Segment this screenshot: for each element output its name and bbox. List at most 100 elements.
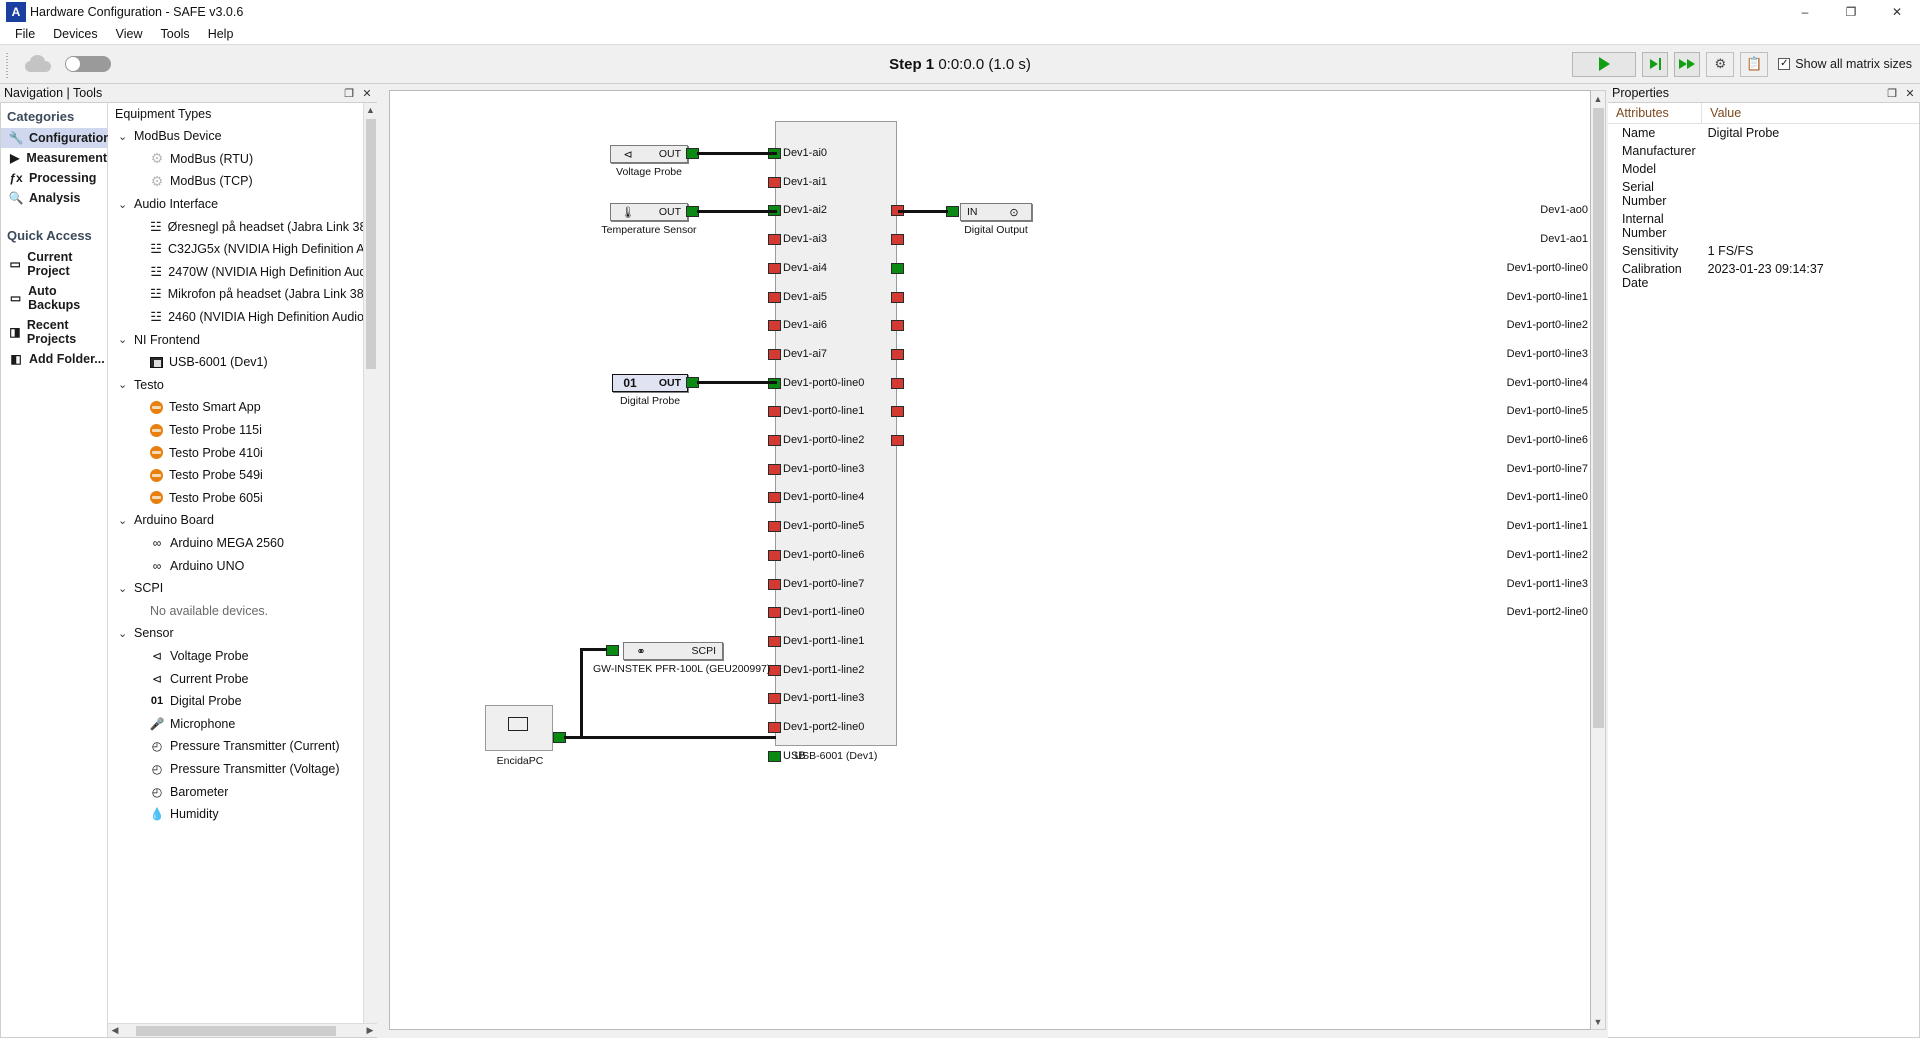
scroll-down-icon[interactable]: ▼: [1591, 1014, 1605, 1029]
port-Dev1-port0-line3[interactable]: [891, 348, 904, 360]
sidebar-item-current-project[interactable]: ▭ Current Project: [1, 247, 107, 281]
tree-item-2470w-nvidia-high-definition-aud[interactable]: ☳ 2470W (NVIDIA High Definition Audio), W…: [108, 261, 377, 284]
float-icon[interactable]: ❐: [343, 87, 355, 100]
property-value[interactable]: [1702, 178, 1919, 210]
minimize-button[interactable]: –: [1782, 0, 1828, 23]
port-Dev1-port0-line4[interactable]: [891, 377, 904, 389]
tree-item--resnegl-p-headset-jabra-link-38[interactable]: ☳ Øresnegl på headset (Jabra Link 380), W…: [108, 215, 377, 238]
node-scpi-instrument[interactable]: ⚭ SCPI: [623, 642, 723, 660]
tree-item-pressure-transmitter-current-[interactable]: ◴ Pressure Transmitter (Current): [108, 735, 377, 758]
chevron-down-icon[interactable]: ⌄: [118, 130, 128, 143]
tree-item-microphone[interactable]: 🎤 Microphone: [108, 712, 377, 735]
chevron-down-icon[interactable]: ⌄: [118, 378, 128, 391]
property-value[interactable]: [1702, 210, 1919, 242]
table-row[interactable]: Sensitivity 1 FS/FS: [1608, 242, 1919, 260]
port-Dev1-ai1[interactable]: [768, 176, 781, 188]
port-Dev1-port1-line3[interactable]: [768, 693, 781, 705]
node-digital-output[interactable]: IN ⊙: [960, 203, 1032, 221]
scroll-right-icon[interactable]: ▶: [363, 1025, 377, 1036]
port-Dev1-ao1[interactable]: [891, 234, 904, 246]
scroll-thumb[interactable]: [366, 119, 376, 369]
run-button[interactable]: [1572, 51, 1637, 77]
tree-vertical-scrollbar[interactable]: ▲: [363, 103, 377, 1023]
tree-item-current-probe[interactable]: ⊲ Current Probe: [108, 667, 377, 690]
table-row[interactable]: Name Digital Probe: [1608, 124, 1919, 143]
table-row[interactable]: Manufacturer: [1608, 142, 1919, 160]
port-Dev1-ai5[interactable]: [768, 291, 781, 303]
close-icon[interactable]: ✕: [1904, 87, 1916, 100]
port-Dev1-port0-line5[interactable]: [768, 521, 781, 533]
scroll-left-icon[interactable]: ◀: [108, 1025, 122, 1036]
tree-group-modbus-device[interactable]: ⌄ ModBus Device: [108, 125, 377, 148]
table-row[interactable]: Model: [1608, 160, 1919, 178]
sidebar-item-add-folder[interactable]: ◧ Add Folder...: [1, 349, 107, 369]
port-Dev1-port0-line0[interactable]: [891, 262, 904, 274]
menu-devices[interactable]: Devices: [44, 25, 106, 43]
port-Dev1-port0-line7[interactable]: [768, 578, 781, 590]
tree-item-c32jg5x-nvidia-high-definition-a[interactable]: ☳ C32JG5x (NVIDIA High Definition Audio),…: [108, 238, 377, 261]
tree-item-modbus-tcp-[interactable]: ⚙ ModBus (TCP): [108, 170, 377, 193]
run-to-end-button[interactable]: [1674, 51, 1701, 77]
table-row[interactable]: Internal Number: [1608, 210, 1919, 242]
tree-item-digital-probe[interactable]: 01 Digital Probe: [108, 690, 377, 713]
port-Dev1-ai4[interactable]: [768, 262, 781, 274]
canvas-vertical-scrollbar[interactable]: ▲ ▼: [1591, 90, 1606, 1030]
tree-item-humidity[interactable]: 💧 Humidity: [108, 803, 377, 826]
maximize-button[interactable]: ❐: [1828, 0, 1874, 23]
port-Dev1-port0-line1[interactable]: [768, 406, 781, 418]
port-Dev1-port2-line0[interactable]: [768, 722, 781, 733]
port-Dev1-port0-line4[interactable]: [768, 492, 781, 504]
chevron-down-icon[interactable]: ⌄: [118, 582, 128, 595]
scroll-up-icon[interactable]: ▲: [1591, 91, 1605, 106]
gear-icon[interactable]: ⚙: [1706, 51, 1735, 77]
property-value[interactable]: [1702, 160, 1919, 178]
property-value[interactable]: 2023-01-23 09:14:37: [1702, 260, 1919, 292]
port-Dev1-port1-line1[interactable]: [768, 635, 781, 647]
diagram-canvas[interactable]: Dev1-ai0 Dev1-ai1 Dev1-ai2 Dev1-ai3 Dev1-ai4…: [389, 90, 1591, 1030]
tree-group-ni-frontend[interactable]: ⌄ NI Frontend: [108, 328, 377, 351]
chevron-down-icon[interactable]: ⌄: [118, 198, 128, 211]
tree-group-arduino-board[interactable]: ⌄ Arduino Board: [108, 509, 377, 532]
port-Dev1-port0-line6[interactable]: [768, 549, 781, 561]
port-Dev1-port0-line3[interactable]: [768, 463, 781, 475]
tree-item-modbus-rtu-[interactable]: ⚙ ModBus (RTU): [108, 148, 377, 171]
sidebar-item-auto-backups[interactable]: ▭ Auto Backups: [1, 281, 107, 315]
tree-item-testo-probe-605i[interactable]: Testo Probe 605i: [108, 487, 377, 510]
property-value[interactable]: Digital Probe: [1702, 124, 1919, 143]
tree-item-testo-probe-115i[interactable]: Testo Probe 115i: [108, 419, 377, 442]
tree-item-2460-nvidia-high-definition-audi[interactable]: ☳ 2460 (NVIDIA High Definition Audio), Wi…: [108, 306, 377, 329]
port-Dev1-port0-line6[interactable]: [891, 435, 904, 446]
port-Dev1-ai6[interactable]: [768, 320, 781, 332]
port-Dev1-port0-line2[interactable]: [891, 320, 904, 332]
tree-group-testo[interactable]: ⌄ Testo: [108, 374, 377, 397]
menu-file[interactable]: File: [6, 25, 44, 43]
tree-item-pressure-transmitter-voltage-[interactable]: ◴ Pressure Transmitter (Voltage): [108, 758, 377, 781]
node-temperature-sensor[interactable]: 🌡 OUT: [610, 203, 688, 221]
port-Dev1-port0-line5[interactable]: [891, 406, 904, 418]
sidebar-item-recent-projects[interactable]: ◨ Recent Projects: [1, 315, 107, 349]
node-voltage-probe[interactable]: ⊲ OUT: [610, 145, 688, 163]
property-value[interactable]: 1 FS/FS: [1702, 242, 1919, 260]
property-value[interactable]: [1702, 142, 1919, 160]
tree-item-testo-probe-410i[interactable]: Testo Probe 410i: [108, 441, 377, 464]
tree-item-voltage-probe[interactable]: ⊲ Voltage Probe: [108, 645, 377, 668]
port-scpi-in[interactable]: [606, 645, 619, 656]
tree-item-arduino-mega-2560[interactable]: ∞ Arduino MEGA 2560: [108, 532, 377, 555]
port-Dev1-port0-line2[interactable]: [768, 435, 781, 446]
tree-item-barometer[interactable]: ◴ Barometer: [108, 780, 377, 803]
menu-tools[interactable]: Tools: [152, 25, 199, 43]
port-Dev1-ai7[interactable]: [768, 348, 781, 360]
tree-group-audio-interface[interactable]: ⌄ Audio Interface: [108, 193, 377, 216]
table-row[interactable]: Serial Number: [1608, 178, 1919, 210]
tree-group-sensor[interactable]: ⌄ Sensor: [108, 622, 377, 645]
tree-group-scpi[interactable]: ⌄ SCPI: [108, 577, 377, 600]
port-Dev1-port0-line1[interactable]: [891, 291, 904, 303]
scroll-thumb[interactable]: [1593, 108, 1604, 728]
chevron-down-icon[interactable]: ⌄: [118, 333, 128, 346]
close-icon[interactable]: ✕: [361, 87, 373, 100]
tree-item-testo-probe-549i[interactable]: Testo Probe 549i: [108, 464, 377, 487]
tree-item-mikrofon-p-headset-jabra-link-38[interactable]: ☳ Mikrofon på headset (Jabra Link 380), W…: [108, 283, 377, 306]
port-Dev1-port1-line0[interactable]: [768, 607, 781, 619]
close-button[interactable]: ✕: [1874, 0, 1920, 23]
menu-help[interactable]: Help: [199, 25, 243, 43]
